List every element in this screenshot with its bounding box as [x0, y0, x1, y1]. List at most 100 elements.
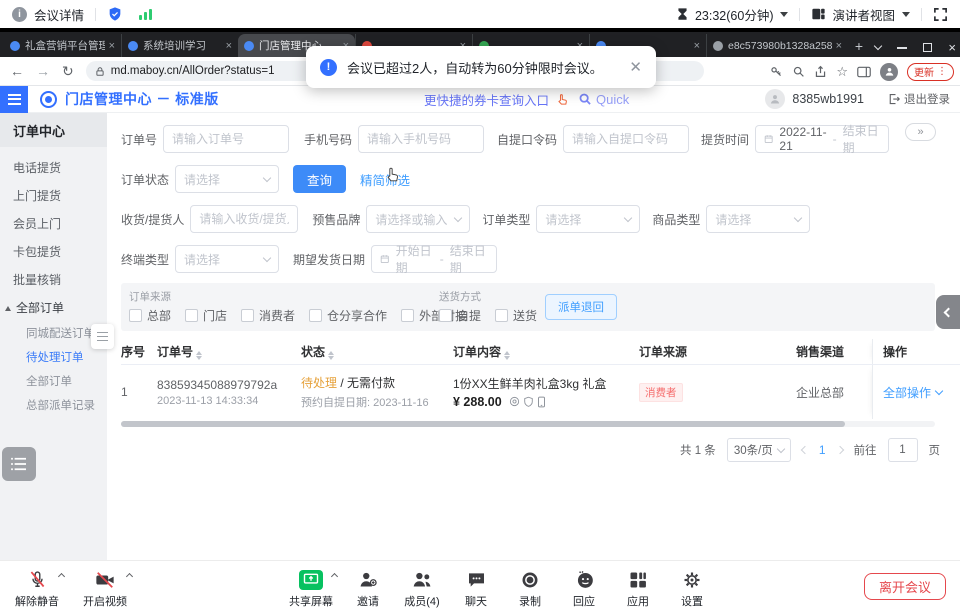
checkbox-icon[interactable]: [129, 309, 142, 322]
video-options-caret[interactable]: [126, 573, 133, 580]
meeting-timer[interactable]: 23:32(60分钟): [695, 5, 774, 24]
view-mode-label[interactable]: 演讲者视图: [832, 5, 895, 24]
quick-search-link[interactable]: Quick: [578, 92, 629, 107]
receiver-input[interactable]: [190, 205, 298, 233]
meeting-details-label[interactable]: 会议详情: [34, 5, 84, 24]
goods-type-select[interactable]: 请选择: [706, 205, 810, 233]
checkbox-icon[interactable]: [439, 309, 452, 322]
back-icon[interactable]: ←: [10, 63, 24, 79]
view-dropdown-icon[interactable]: [902, 12, 910, 17]
coupon-query-link[interactable]: 更快捷的券卡查询入口: [424, 90, 549, 109]
browser-tab-1[interactable]: 礼盒营销平台管理中心 ×: [4, 34, 121, 57]
order-type-select[interactable]: 请选择: [536, 205, 640, 233]
right-panel-handle[interactable]: [936, 295, 960, 329]
ship-date-range[interactable]: 开始日期 - 结束日期: [371, 245, 497, 273]
checkbox-icon[interactable]: [185, 309, 198, 322]
checkbox-consumer[interactable]: 消费者: [241, 307, 295, 324]
sidebar-drag-handle[interactable]: [91, 324, 114, 349]
start-video-button[interactable]: 开启视频: [78, 564, 132, 609]
tab-close-icon[interactable]: ×: [694, 40, 700, 52]
chat-button[interactable]: 聊天: [449, 564, 503, 609]
close-window-icon[interactable]: ×: [948, 40, 956, 55]
meeting-list-float-button[interactable]: [2, 447, 36, 481]
checkbox-self-pickup[interactable]: 自提: [439, 307, 481, 324]
terminal-type-select[interactable]: 请选择: [175, 245, 279, 273]
pickup-date-range[interactable]: 2022-11-21 - 结束日期: [755, 125, 889, 153]
unmute-button[interactable]: 解除静音: [10, 564, 64, 609]
sort-icon[interactable]: [328, 351, 334, 360]
dispatch-return-button[interactable]: 派单退回: [545, 294, 617, 320]
all-actions-link[interactable]: 全部操作: [883, 384, 931, 401]
checkbox-delivery[interactable]: 送货: [495, 307, 537, 324]
sidebar-item-phone-pickup[interactable]: 电话提货: [0, 154, 107, 182]
share-options-caret[interactable]: [331, 573, 338, 580]
sidebar-item-member-visit[interactable]: 会员上门: [0, 210, 107, 238]
search-button[interactable]: 查询: [293, 165, 346, 193]
prev-page-icon[interactable]: [801, 446, 809, 454]
tab-close-icon[interactable]: ×: [226, 40, 232, 52]
chrome-update-button[interactable]: 更新 ⋮: [907, 63, 954, 81]
sidebar-subitem-pending-orders[interactable]: 待处理订单: [0, 346, 107, 370]
apps-button[interactable]: 应用: [611, 564, 665, 609]
checkbox-store[interactable]: 门店: [185, 307, 227, 324]
menu-dots-icon[interactable]: ⋮: [937, 66, 947, 77]
checkbox-icon[interactable]: [401, 309, 414, 322]
phone-input[interactable]: [358, 125, 484, 153]
pickup-code-input[interactable]: [563, 125, 689, 153]
profile-avatar-icon[interactable]: [880, 63, 898, 81]
tab-search-icon[interactable]: [874, 42, 882, 50]
shield-check-icon[interactable]: [107, 6, 123, 22]
header-order-no[interactable]: 订单号: [157, 343, 301, 360]
tab-close-icon[interactable]: ×: [836, 40, 842, 52]
members-button[interactable]: 成员(4): [395, 564, 449, 609]
share-icon[interactable]: [814, 65, 827, 78]
maximize-icon[interactable]: [923, 43, 932, 52]
timer-dropdown-icon[interactable]: [780, 12, 788, 17]
record-button[interactable]: 录制: [503, 564, 557, 609]
scrollbar-thumb[interactable]: [121, 421, 845, 427]
order-no-input[interactable]: [163, 125, 289, 153]
close-notification-icon[interactable]: ✕: [629, 58, 642, 76]
minimize-icon[interactable]: [897, 47, 907, 49]
zoom-icon[interactable]: [792, 65, 805, 78]
sidebar-item-card-pickup[interactable]: 卡包提货: [0, 238, 107, 266]
checkbox-icon[interactable]: [309, 309, 322, 322]
page-size-select[interactable]: 30条/页: [727, 438, 791, 462]
jump-page-input[interactable]: [888, 438, 918, 462]
bookmark-star-icon[interactable]: ☆: [836, 64, 848, 80]
settings-button[interactable]: 设置: [665, 564, 719, 609]
forward-icon[interactable]: →: [36, 63, 50, 79]
sidebar-section-order-center[interactable]: 订单中心: [0, 113, 107, 147]
logout-button[interactable]: 退出登录: [888, 91, 950, 107]
checkbox-warehouse-share[interactable]: 仓分享合作: [309, 307, 387, 324]
sidebar-item-batch-verify[interactable]: 批量核销: [0, 266, 107, 294]
sidebar-subitem-hq-dispatch[interactable]: 总部派单记录: [0, 394, 107, 418]
order-status-select[interactable]: 请选择: [175, 165, 279, 193]
sidebar-item-door-pickup[interactable]: 上门提货: [0, 182, 107, 210]
checkbox-hq[interactable]: 总部: [129, 307, 171, 324]
side-panel-icon[interactable]: [857, 66, 871, 78]
header-content[interactable]: 订单内容: [453, 343, 639, 360]
mic-options-caret[interactable]: [58, 573, 65, 580]
checkbox-icon[interactable]: [241, 309, 254, 322]
invite-button[interactable]: 邀请: [341, 564, 395, 609]
header-status[interactable]: 状态: [301, 343, 453, 360]
next-page-icon[interactable]: [835, 446, 843, 454]
leave-meeting-button[interactable]: 离开会议: [864, 573, 946, 600]
tab-close-icon[interactable]: ×: [109, 40, 115, 52]
sidebar-group-all-orders[interactable]: 全部订单: [0, 294, 107, 322]
presale-brand-select[interactable]: 请选择或输入: [366, 205, 470, 233]
collapse-filters-button[interactable]: »: [905, 123, 936, 141]
sidebar-subitem-all-orders[interactable]: 全部订单: [0, 370, 107, 394]
browser-tab-7[interactable]: e8c573980b1328a258fd2e618 ×: [706, 34, 848, 57]
reactions-button[interactable]: 回应: [557, 564, 611, 609]
sort-icon[interactable]: [196, 351, 202, 360]
sort-icon[interactable]: [504, 351, 510, 360]
fullscreen-icon[interactable]: [933, 7, 948, 22]
new-tab-button[interactable]: +: [848, 34, 870, 57]
password-key-icon[interactable]: [770, 65, 783, 78]
current-page[interactable]: 1: [819, 443, 826, 457]
refresh-icon[interactable]: ↻: [62, 63, 74, 80]
checkbox-icon[interactable]: [495, 309, 508, 322]
horizontal-scrollbar[interactable]: [121, 421, 935, 427]
